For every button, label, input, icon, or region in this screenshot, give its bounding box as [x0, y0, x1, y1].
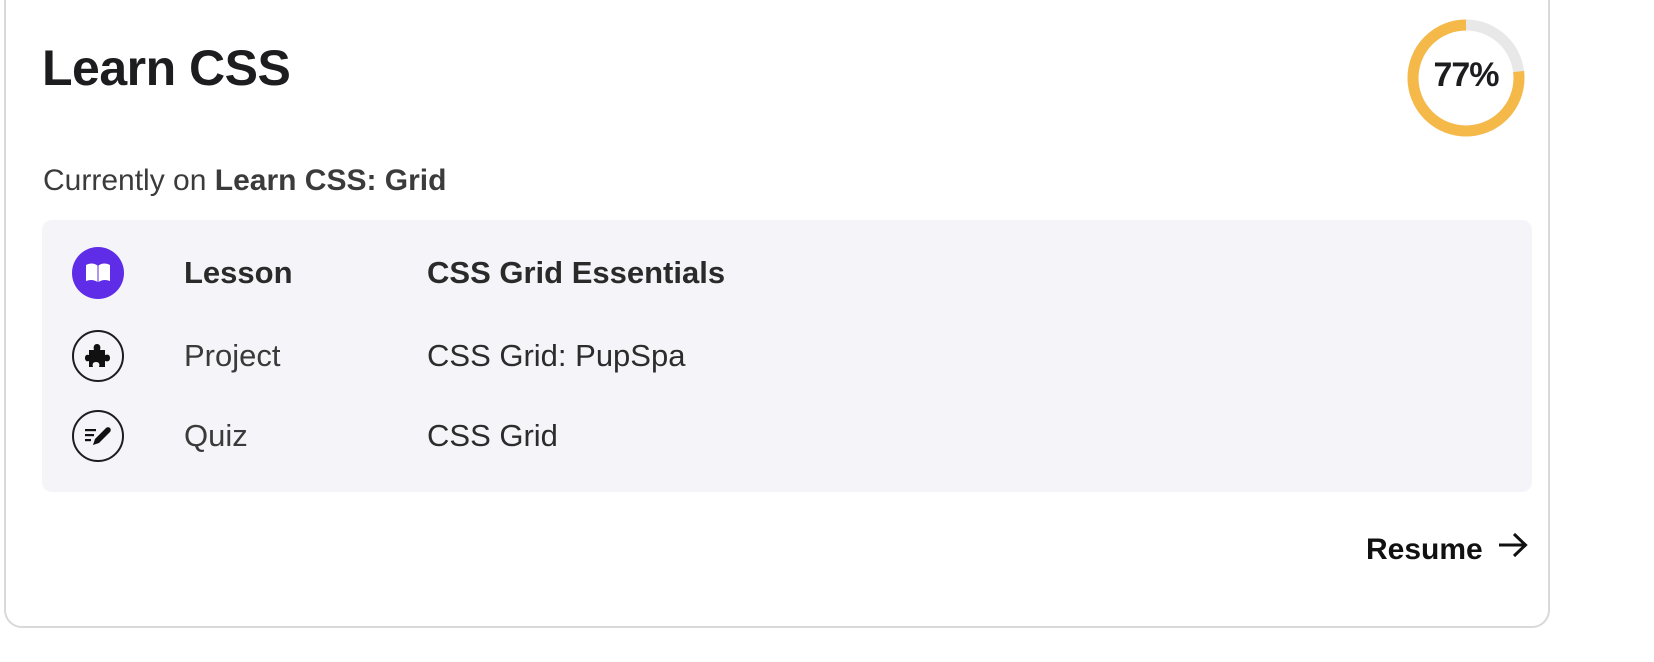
- item-kind: Lesson: [184, 255, 293, 290]
- current-module-line: Currently on Learn CSS: Grid: [43, 162, 446, 200]
- resume-label: Resume: [1366, 533, 1483, 566]
- list-item-quiz[interactable]: Quiz CSS Grid: [42, 408, 1532, 464]
- book-icon: [72, 247, 124, 299]
- arrow-right-icon: [1497, 530, 1529, 570]
- puzzle-icon: [72, 330, 124, 382]
- progress-percent: 77%: [1433, 56, 1499, 94]
- resume-button[interactable]: Resume: [1366, 530, 1529, 570]
- list-item-project[interactable]: Project CSS Grid: PupSpa: [42, 328, 1532, 384]
- current-prefix: Currently on: [43, 164, 207, 197]
- item-name: CSS Grid: PupSpa: [427, 338, 686, 373]
- list-item-lesson[interactable]: Lesson CSS Grid Essentials: [42, 245, 1532, 301]
- progress-ring: 77%: [1404, 16, 1528, 140]
- quiz-pencil-icon: [72, 410, 124, 462]
- course-card: Learn CSS 77% Currently on Learn CSS: Gr…: [4, 0, 1550, 628]
- current-module-name: Learn CSS: Grid: [214, 164, 447, 197]
- item-kind: Project: [184, 338, 281, 373]
- course-title: Learn CSS: [42, 40, 291, 96]
- module-items-panel: Lesson CSS Grid Essentials Project CSS G…: [42, 220, 1532, 492]
- item-name: CSS Grid: [427, 418, 558, 453]
- item-kind: Quiz: [184, 418, 248, 453]
- item-name: CSS Grid Essentials: [427, 255, 726, 290]
